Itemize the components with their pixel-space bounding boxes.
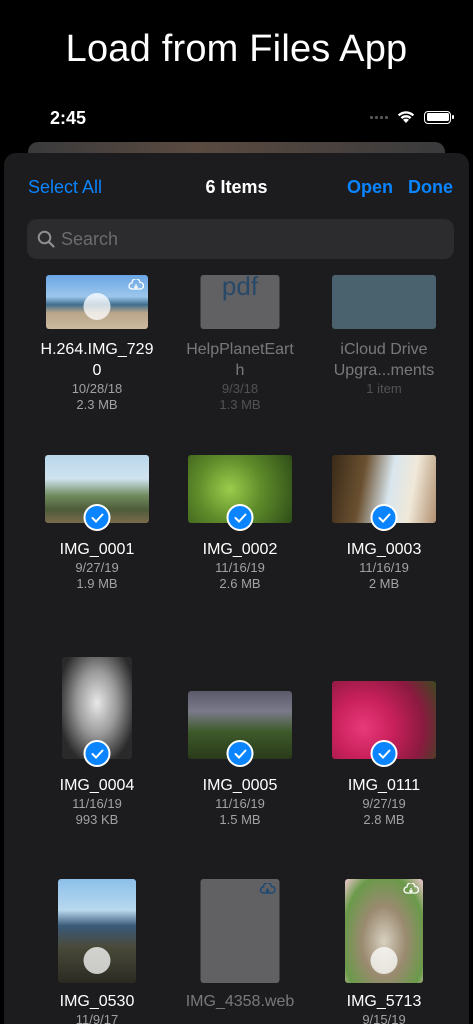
file-date: 11/16/19 (215, 796, 265, 811)
checkmark-icon[interactable] (226, 504, 254, 531)
file-size: 993 KB (75, 812, 119, 827)
file-name: IMG_0530 (59, 993, 135, 1010)
file-item[interactable]: H.264.IMG_729 0 10/28/18 2.3 MB (25, 259, 169, 413)
file-name: IMG_0003 (346, 541, 422, 558)
cloud-download-icon (403, 883, 419, 894)
wifi-icon (397, 111, 415, 123)
file-name: H.264.IMG_729 0 (40, 341, 154, 379)
checkmark-icon[interactable] (83, 740, 111, 767)
file-name: IMG_5713 (346, 993, 422, 1010)
file-name: IMG_0004 (59, 777, 135, 794)
status-icons (370, 110, 454, 124)
file-size: 1.3 MB (219, 397, 261, 412)
search-icon (37, 230, 55, 248)
file-date: 9/15/19 (362, 1012, 406, 1024)
selection-circle[interactable] (83, 293, 111, 320)
cellular-signal-icon (370, 115, 388, 119)
file-date: 11/9/17 (75, 1012, 119, 1024)
search-bar[interactable] (27, 219, 454, 259)
file-item[interactable]: pdf HelpPlanetEart h 9/3/18 1.3 MB (168, 259, 312, 413)
file-thumbnail (200, 879, 280, 983)
file-name: IMG_0001 (59, 541, 135, 558)
file-item[interactable]: IMG_4358.web (168, 879, 312, 1012)
cloud-download-icon (259, 883, 276, 894)
select-all-button[interactable]: Select All (28, 177, 102, 198)
file-item[interactable]: IMG_0002 11/16/19 2.6 MB (168, 455, 312, 592)
file-date: 11/16/19 (215, 560, 265, 575)
file-item[interactable]: IMG_0005 11/16/19 1.5 MB (168, 663, 312, 828)
document-picker-sheet: Select All 6 Items Open Done H.264.IMG_7… (4, 153, 469, 1024)
banner-title: Load from Files App (65, 28, 408, 70)
folder-icon (332, 275, 436, 329)
file-item[interactable]: IMG_0530 11/9/17 (25, 879, 169, 1024)
file-item[interactable]: IMG_0003 11/16/19 2 MB (312, 455, 456, 592)
file-size: 2.6 MB (219, 576, 261, 591)
selection-circle[interactable] (83, 947, 111, 974)
file-name: IMG_0111 (347, 777, 421, 794)
file-item[interactable]: IMG_0111 9/27/19 2.8 MB (312, 663, 456, 828)
pdf-thumbnail-text: pdf (221, 275, 259, 301)
file-thumbnail: pdf (200, 275, 280, 329)
file-size: 1.5 MB (219, 812, 261, 827)
done-button[interactable]: Done (408, 177, 453, 198)
cloud-download-icon (128, 279, 144, 290)
file-item[interactable]: IMG_0001 9/27/19 1.9 MB (25, 455, 169, 592)
file-size: 1.9 MB (76, 576, 118, 591)
file-date: 9/27/19 (75, 560, 119, 575)
file-name: IMG_0002 (202, 541, 278, 558)
item-count: 1 item (366, 381, 402, 396)
file-name: HelpPlanetEart h (186, 341, 294, 379)
checkmark-icon[interactable] (226, 740, 254, 767)
file-name: iCloud Drive Upgra...ments (333, 341, 435, 379)
checkmark-icon[interactable] (370, 740, 398, 767)
file-name: IMG_0005 (202, 777, 278, 794)
file-size: 2.3 MB (76, 397, 118, 412)
battery-icon (424, 110, 454, 124)
file-date: 9/27/19 (362, 796, 406, 811)
file-date: 11/16/19 (359, 560, 409, 575)
open-button[interactable]: Open (347, 177, 393, 198)
folder-item[interactable]: iCloud Drive Upgra...ments 1 item (312, 259, 456, 397)
file-grid: H.264.IMG_729 0 10/28/18 2.3 MB pdf Help… (4, 259, 469, 1024)
checkmark-icon[interactable] (83, 504, 111, 531)
search-input[interactable] (61, 228, 421, 250)
file-item[interactable]: IMG_5713 9/15/19 (312, 879, 456, 1024)
file-size: 2 MB (368, 576, 400, 591)
file-date: 11/16/19 (72, 796, 122, 811)
navigation-bar: Select All 6 Items Open Done (4, 153, 469, 219)
selection-circle[interactable] (370, 947, 398, 974)
file-date: 9/3/18 (221, 381, 259, 396)
file-name: IMG_4358.web (185, 993, 295, 1010)
file-size: 2.8 MB (363, 812, 405, 827)
status-bar: 2:45 (0, 106, 473, 134)
checkmark-icon[interactable] (370, 504, 398, 531)
file-date: 10/28/18 (71, 381, 123, 396)
file-item[interactable]: IMG_0004 11/16/19 993 KB (25, 657, 169, 828)
status-time: 2:45 (50, 108, 87, 128)
